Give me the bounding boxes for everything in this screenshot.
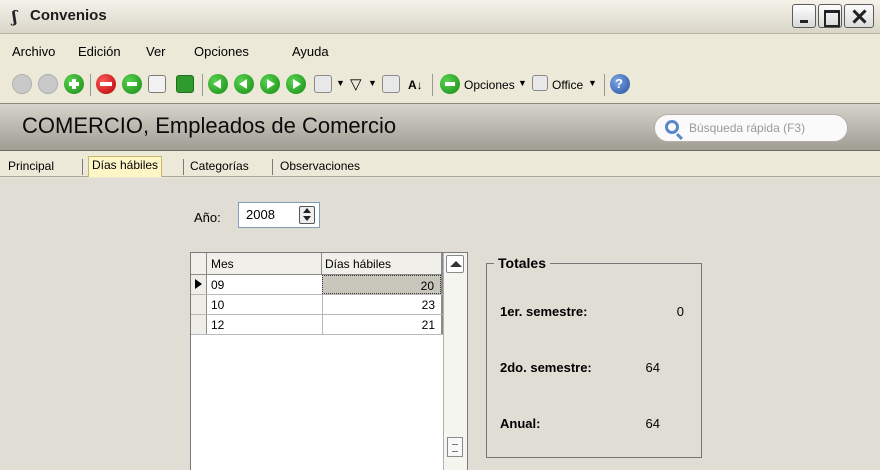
table-row[interactable]: 12 21 — [191, 315, 443, 335]
spin-updown-icon[interactable] — [299, 206, 315, 224]
tab-separator — [183, 159, 184, 175]
grid-header-indicator — [191, 253, 207, 275]
print-preview-icon[interactable] — [148, 75, 166, 93]
add-icon[interactable] — [64, 74, 84, 94]
toolbar-separator — [90, 74, 91, 96]
close-button[interactable] — [844, 4, 874, 28]
menu-edicion[interactable]: Edición — [78, 44, 121, 59]
title-bar: ʃ Convenios — [0, 0, 880, 34]
maximize-button[interactable] — [818, 4, 842, 28]
tab-separator — [272, 159, 273, 175]
total-value-1er-semestre: 0 — [676, 304, 684, 319]
binoculars-dropdown-icon[interactable]: ▼ — [336, 78, 345, 88]
menu-archivo[interactable]: Archivo — [12, 44, 55, 59]
table-row[interactable]: 10 23 — [191, 295, 443, 315]
cell-mes[interactable]: 12 — [211, 318, 224, 332]
days-grid[interactable]: Mes Días hábiles 09 20 10 23 12 21 — [190, 252, 468, 470]
minimize-button[interactable] — [792, 4, 816, 28]
column-header-mes[interactable]: Mes — [211, 257, 234, 271]
help-icon[interactable] — [610, 74, 630, 94]
cell-mes[interactable]: 09 — [211, 278, 224, 292]
search-input[interactable] — [689, 119, 839, 137]
sort-icon[interactable]: A↓ — [408, 78, 423, 92]
page-title: COMERCIO, Empleados de Comercio — [22, 113, 397, 138]
columns-icon[interactable] — [382, 75, 400, 93]
office-icon[interactable] — [532, 75, 548, 91]
year-value[interactable]: 2008 — [246, 207, 275, 222]
office-button[interactable]: Office — [552, 78, 583, 92]
quick-search[interactable] — [654, 114, 848, 142]
menu-opciones[interactable]: Opciones — [194, 44, 249, 59]
scroll-up-icon[interactable] — [446, 255, 464, 273]
previous-record-icon[interactable] — [234, 74, 254, 94]
menu-ver[interactable]: Ver — [146, 44, 166, 59]
tab-observaciones[interactable]: Observaciones — [280, 158, 360, 177]
cell-dias-habiles[interactable]: 23 — [322, 295, 441, 314]
tab-principal[interactable]: Principal — [8, 158, 54, 177]
total-label-anual: Anual: — [500, 416, 541, 431]
grid-header: Mes Días hábiles — [191, 253, 443, 275]
search-icon — [665, 120, 679, 134]
next-record-icon[interactable] — [260, 74, 280, 94]
column-header-dias-habiles[interactable]: Días hábiles — [325, 257, 391, 271]
cell-dias-value: 23 — [421, 298, 435, 312]
column-divider[interactable] — [321, 253, 322, 275]
options-button[interactable]: Opciones — [464, 78, 515, 92]
vertical-scrollbar[interactable] — [443, 253, 467, 470]
cell-dias-value: 21 — [421, 318, 435, 332]
filter-icon[interactable]: ▽ — [350, 75, 362, 93]
scroll-thumb[interactable] — [447, 437, 463, 457]
refresh-icon[interactable] — [176, 75, 194, 93]
tab-separator — [82, 159, 83, 175]
cell-dias-value: 20 — [420, 279, 434, 293]
delete-icon[interactable] — [96, 74, 116, 94]
edit-icon[interactable] — [122, 74, 142, 94]
table-row[interactable]: 09 20 — [191, 275, 443, 295]
last-record-icon[interactable] — [286, 74, 306, 94]
accept-icon[interactable] — [12, 74, 32, 94]
year-spinner[interactable]: 2008 — [238, 202, 320, 228]
tab-categorias[interactable]: Categorías — [190, 158, 249, 177]
toolbar-separator — [432, 74, 433, 96]
options-icon[interactable] — [440, 74, 460, 94]
totales-title: Totales — [494, 255, 550, 271]
menu-ayuda[interactable]: Ayuda — [292, 44, 329, 59]
tab-bar: Principal Días hábiles Categorías Observ… — [0, 155, 880, 177]
cancel-icon[interactable] — [38, 74, 58, 94]
window-title: Convenios — [30, 7, 107, 24]
row-indicator — [191, 295, 207, 314]
cell-dias-habiles[interactable]: 20 — [322, 275, 441, 294]
office-dropdown-icon[interactable]: ▼ — [588, 78, 597, 88]
toolbar-separator — [202, 74, 203, 96]
toolbar: ▼ ▽ ▼ A↓ Opciones ▼ Office ▼ — [0, 70, 880, 100]
total-label-1er-semestre: 1er. semestre: — [500, 304, 588, 319]
cell-dias-habiles[interactable]: 21 — [322, 315, 441, 334]
cell-mes[interactable]: 10 — [211, 298, 224, 312]
app-icon: ʃ — [12, 7, 18, 26]
first-record-icon[interactable] — [208, 74, 228, 94]
current-row-indicator-icon — [191, 275, 207, 294]
toolbar-separator — [604, 74, 605, 96]
filter-dropdown-icon[interactable]: ▼ — [368, 78, 377, 88]
total-value-2do-semestre: 64 — [645, 360, 660, 375]
row-indicator — [191, 315, 207, 334]
options-dropdown-icon[interactable]: ▼ — [518, 78, 527, 88]
year-label: Año: — [194, 210, 221, 225]
total-value-anual: 64 — [645, 416, 660, 431]
total-label-2do-semestre: 2do. semestre: — [500, 360, 592, 375]
tab-dias-habiles[interactable]: Días hábiles — [88, 156, 163, 177]
binoculars-icon[interactable] — [314, 75, 332, 93]
